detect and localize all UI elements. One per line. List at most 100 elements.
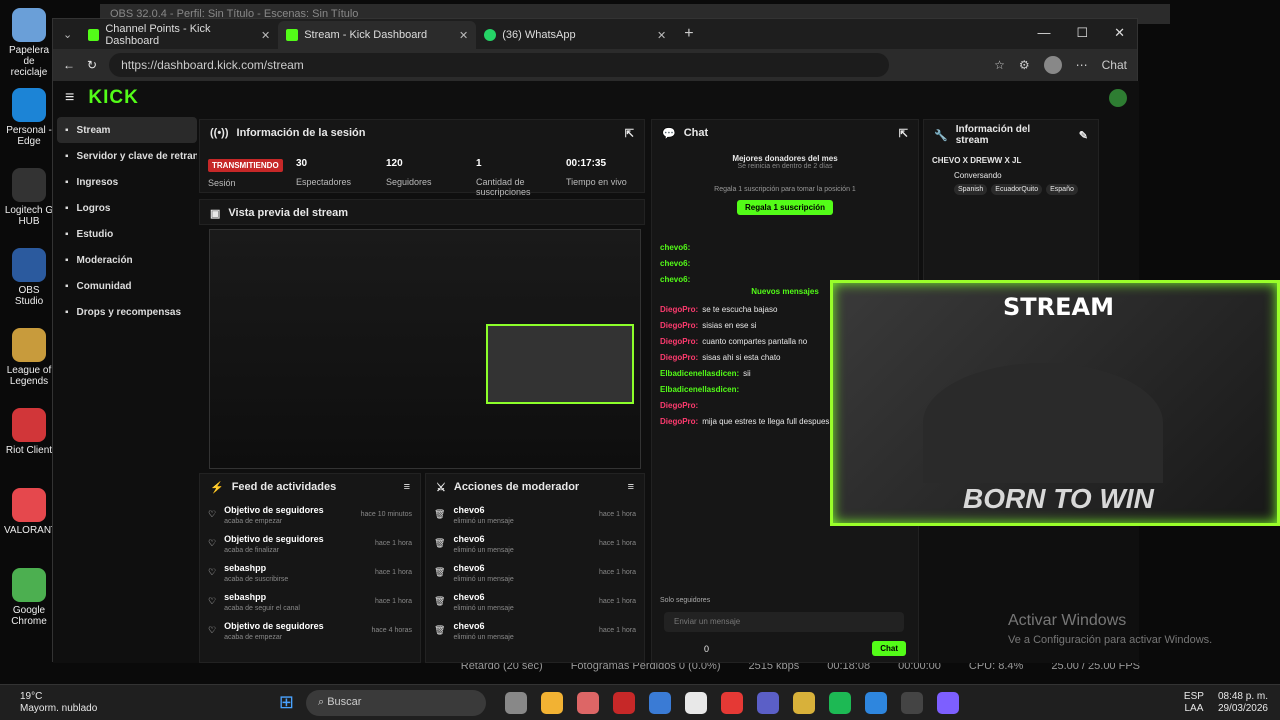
tab-whatsapp[interactable]: (36) WhatsApp ✕ [476, 21, 674, 49]
chat-input[interactable]: Enviar un mensaje [664, 612, 904, 632]
start-button[interactable]: ⊞ [210, 692, 294, 713]
taskbar-app-icon[interactable] [505, 691, 527, 714]
minimize-icon[interactable]: — [1037, 25, 1050, 41]
close-window-icon[interactable]: ✕ [1114, 25, 1125, 41]
nav-icon: ▪ [65, 254, 69, 266]
desktop-icon[interactable]: Logitech G HUB [4, 168, 54, 227]
gift-sub-button[interactable]: Regala 1 suscripción [736, 200, 834, 215]
copilot-chat-button[interactable]: Chat [1102, 58, 1127, 72]
taskbar-app-icon[interactable] [541, 691, 563, 714]
favorites-icon[interactable]: ☆ [994, 58, 1005, 72]
desktop-icon-label: OBS Studio [14, 285, 44, 307]
tab-channel-points[interactable]: Channel Points - Kick Dashboard ✕ [80, 21, 278, 49]
user-avatar[interactable] [1109, 89, 1127, 107]
stream-tag[interactable]: Españo [1046, 184, 1078, 195]
chat-username[interactable]: DiegoPro: [660, 321, 698, 330]
sidebar-item[interactable]: ▪ Logros [57, 195, 197, 221]
popout-icon[interactable]: ⇱ [899, 127, 908, 140]
chat-send-button[interactable]: Chat [872, 641, 906, 656]
desktop-icon[interactable]: Google Chrome [4, 568, 54, 627]
sidebar-item[interactable]: ▪ Comunidad [57, 273, 197, 299]
sidebar-item[interactable]: ▪ Stream [57, 117, 197, 143]
taskbar-search[interactable]: ⌕ Buscar [306, 689, 486, 716]
taskbar-app-icon[interactable] [685, 691, 707, 714]
language-indicator[interactable]: ESP LAA [1184, 691, 1204, 715]
item-title: Objetivo de seguidores [224, 620, 324, 631]
address-bar[interactable]: https://dashboard.kick.com/stream [109, 53, 890, 77]
chat-username[interactable]: DiegoPro: [660, 337, 698, 346]
chat-username[interactable]: DiegoPro: [660, 417, 698, 426]
nav-icon: ▪ [65, 124, 69, 136]
stream-tag[interactable]: Spanish [954, 184, 988, 195]
popout-icon[interactable]: ⇱ [625, 127, 634, 140]
edit-icon[interactable]: ✎ [1079, 129, 1088, 142]
trash-icon: 🗑 [434, 596, 446, 606]
close-icon[interactable]: ✕ [657, 29, 666, 42]
profile-avatar[interactable] [1043, 56, 1062, 74]
session-stat: 00:17:35 Tiempo en vivo [566, 158, 652, 187]
maximize-icon[interactable]: ☐ [1076, 25, 1088, 41]
back-icon[interactable]: ← [63, 58, 75, 72]
heart-icon: ♡ [208, 509, 217, 519]
mod-item: 🗑 chevo6 eliminó un mensaje hace 1 hora [426, 616, 644, 645]
filter-icon[interactable]: ≡ [404, 481, 410, 493]
weather-widget[interactable]: 19°C Mayorm. nublado [0, 691, 210, 715]
close-icon[interactable]: ✕ [459, 29, 468, 42]
sidebar-item[interactable]: ▪ Servidor y clave de retransmisión [57, 143, 197, 169]
sidebar-item[interactable]: ▪ Moderación [57, 247, 197, 273]
chat-username[interactable]: DiegoPro: [660, 305, 698, 314]
app-icon [12, 168, 46, 202]
taskbar-app-icon[interactable] [649, 691, 671, 714]
new-tab-icon[interactable]: + [684, 25, 693, 43]
clock[interactable]: 08:48 p. m. 29/03/2026 [1218, 691, 1268, 715]
taskbar-app-icon[interactable] [829, 691, 851, 714]
taskbar-app-icon[interactable] [721, 691, 743, 714]
taskbar-app-icon[interactable] [577, 691, 599, 714]
feed-item: ♡ Objetivo de seguidores acaba de empezar h… [200, 616, 420, 645]
info-title: Información del stream [955, 124, 1031, 146]
chat-username[interactable]: Elbadicenellasdicen: [660, 385, 739, 394]
item-time: hace 1 hora [599, 598, 636, 605]
taskbar-app-icon[interactable] [613, 691, 635, 714]
filter-icon[interactable]: ≡ [628, 481, 634, 493]
tab-menu-icon[interactable]: ⌄ [63, 28, 72, 41]
reload-icon[interactable]: ↻ [87, 58, 97, 72]
kick-logo[interactable]: KICK [88, 87, 138, 109]
desktop-icon[interactable]: OBS Studio [4, 248, 54, 307]
hamburger-icon[interactable]: ≡ [65, 89, 74, 107]
chat-username[interactable]: chevo6: [660, 259, 690, 268]
stat-value: 30 [296, 158, 308, 169]
taskbar-app-icon[interactable] [901, 691, 923, 714]
desktop-icon[interactable]: Papelera de reciclaje [4, 8, 54, 78]
desktop-icon[interactable]: Personal - Edge [4, 88, 54, 147]
sidebar-item-label: Servidor y clave de retransmisión [76, 150, 197, 162]
more-icon[interactable]: ⋯ [1076, 58, 1088, 72]
close-icon[interactable]: ✕ [261, 29, 270, 42]
taskbar-app-icon[interactable] [757, 691, 779, 714]
tab-stream[interactable]: Stream - Kick Dashboard ✕ [278, 21, 477, 49]
sidebar-item[interactable]: ▪ Ingresos [57, 169, 197, 195]
desktop-icon[interactable]: Riot Client [4, 408, 54, 456]
sidebar-item-label: Estudio [76, 228, 114, 240]
chat-username[interactable]: chevo6: [660, 243, 690, 252]
sidebar-item[interactable]: ▪ Drops y recompensas [57, 299, 197, 325]
taskbar-app-icon[interactable] [865, 691, 887, 714]
taskbar-app-icon[interactable] [937, 691, 959, 714]
chat-username[interactable]: DiegoPro: [660, 401, 698, 410]
chat-username[interactable]: chevo6: [660, 275, 690, 284]
heart-icon: ♡ [208, 625, 217, 635]
extensions-icon[interactable]: ⚙ [1019, 58, 1030, 72]
weather-temp: 19°C [20, 690, 43, 702]
desktop-icon[interactable]: VALORANT [4, 488, 57, 536]
taskbar-app-icon[interactable] [793, 691, 815, 714]
kick-favicon-icon [88, 29, 100, 41]
desktop-icon[interactable]: League of Legends [4, 328, 54, 387]
stream-tag[interactable]: EcuadorQuito [991, 184, 1043, 195]
sidebar-item-label: Moderación [76, 254, 133, 266]
stat-label: Espectadores [296, 177, 352, 187]
chat-username[interactable]: Elbadicenellasdicen: [660, 369, 739, 378]
sidebar-item[interactable]: ▪ Estudio [57, 221, 197, 247]
item-sub: eliminó un mensaje [453, 517, 514, 525]
windows-icon: ⊞ [278, 692, 294, 712]
chat-username[interactable]: DiegoPro: [660, 353, 698, 362]
